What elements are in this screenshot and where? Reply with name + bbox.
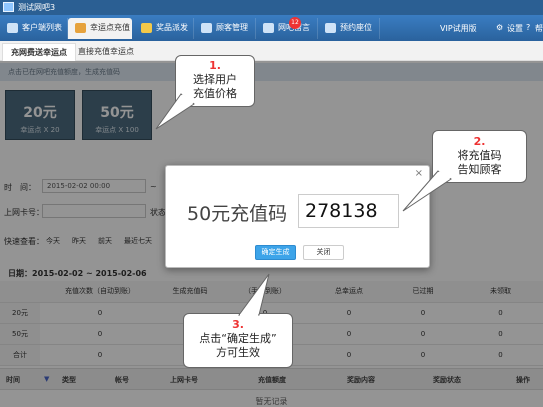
vip-label[interactable]: VIP试用版	[440, 23, 477, 34]
recharge-code-field[interactable]: 278138	[298, 194, 399, 228]
window-title: 测试网吧3	[18, 3, 56, 12]
callout-text: 点击“确定生成”	[199, 332, 277, 345]
nav-prize[interactable]: 奖品派发	[134, 18, 194, 39]
user-icon	[201, 23, 212, 33]
callout-step-2: 2. 将充值码 告知顾客	[402, 130, 527, 212]
sub-tabs: 充网费送幸运点 直接充值幸运点	[0, 41, 543, 61]
help-link[interactable]: 帮	[535, 23, 543, 34]
close-button[interactable]: 关闭	[303, 245, 344, 260]
callout-text: 方可生效	[216, 346, 260, 359]
nav-client-list[interactable]: 客户端列表	[0, 18, 68, 39]
coin-icon	[75, 23, 86, 33]
callout-text: 选择用户	[193, 73, 237, 86]
nav-label: 奖品派发	[156, 23, 188, 32]
nav-customers[interactable]: 顾客管理	[194, 18, 256, 39]
nav-messages[interactable]: 网吧留言 12	[256, 17, 318, 39]
nav-label: 预约座位	[340, 23, 372, 32]
callout-pointer	[155, 93, 195, 130]
main-nav: 客户端列表 幸运点充值 奖品派发 顾客管理 网吧留言 12 预约座位 VIP试用…	[0, 15, 543, 41]
callout-step-3: 3. 点击“确定生成” 方可生效	[183, 273, 293, 368]
recharge-code-label: 50元充值码	[187, 203, 288, 225]
tab-net-fee-bonus[interactable]: 充网费送幸运点	[2, 43, 76, 61]
gear-icon[interactable]: ⚙	[496, 23, 503, 32]
nav-reservations[interactable]: 预约座位	[318, 18, 380, 39]
close-icon[interactable]: ×	[415, 168, 423, 179]
callout-text: 告知顾客	[457, 163, 502, 176]
app-icon	[3, 2, 14, 12]
nav-label: 客户端列表	[22, 23, 62, 32]
callout-number: 1.	[209, 59, 221, 72]
title-bar: 测试网吧3	[0, 0, 543, 15]
callout-step-1: 1. 选择用户 充值价格	[155, 55, 255, 130]
message-icon	[263, 23, 274, 33]
confirm-generate-button[interactable]: 确定生成	[255, 245, 296, 260]
nav-label: 顾客管理	[216, 23, 248, 32]
settings-link[interactable]: 设置	[507, 23, 523, 34]
tab-direct-recharge[interactable]: 直接充值幸运点	[70, 43, 142, 61]
callout-pointer	[402, 170, 452, 212]
unread-badge: 12	[289, 17, 301, 29]
monitor-icon	[7, 23, 18, 33]
callout-number: 2.	[473, 135, 486, 148]
nav-lucky-recharge[interactable]: 幸运点充值	[68, 18, 132, 39]
gift-icon	[141, 23, 152, 33]
callout-text: 将充值码	[457, 149, 502, 162]
callout-number: 3.	[232, 318, 244, 331]
recharge-code-dialog: × 50元充值码 278138 确定生成 关闭	[165, 165, 430, 268]
seat-icon	[325, 23, 336, 33]
help-icon[interactable]: ?	[526, 23, 530, 32]
callout-pointer	[238, 273, 270, 316]
nav-label: 幸运点充值	[90, 23, 130, 32]
